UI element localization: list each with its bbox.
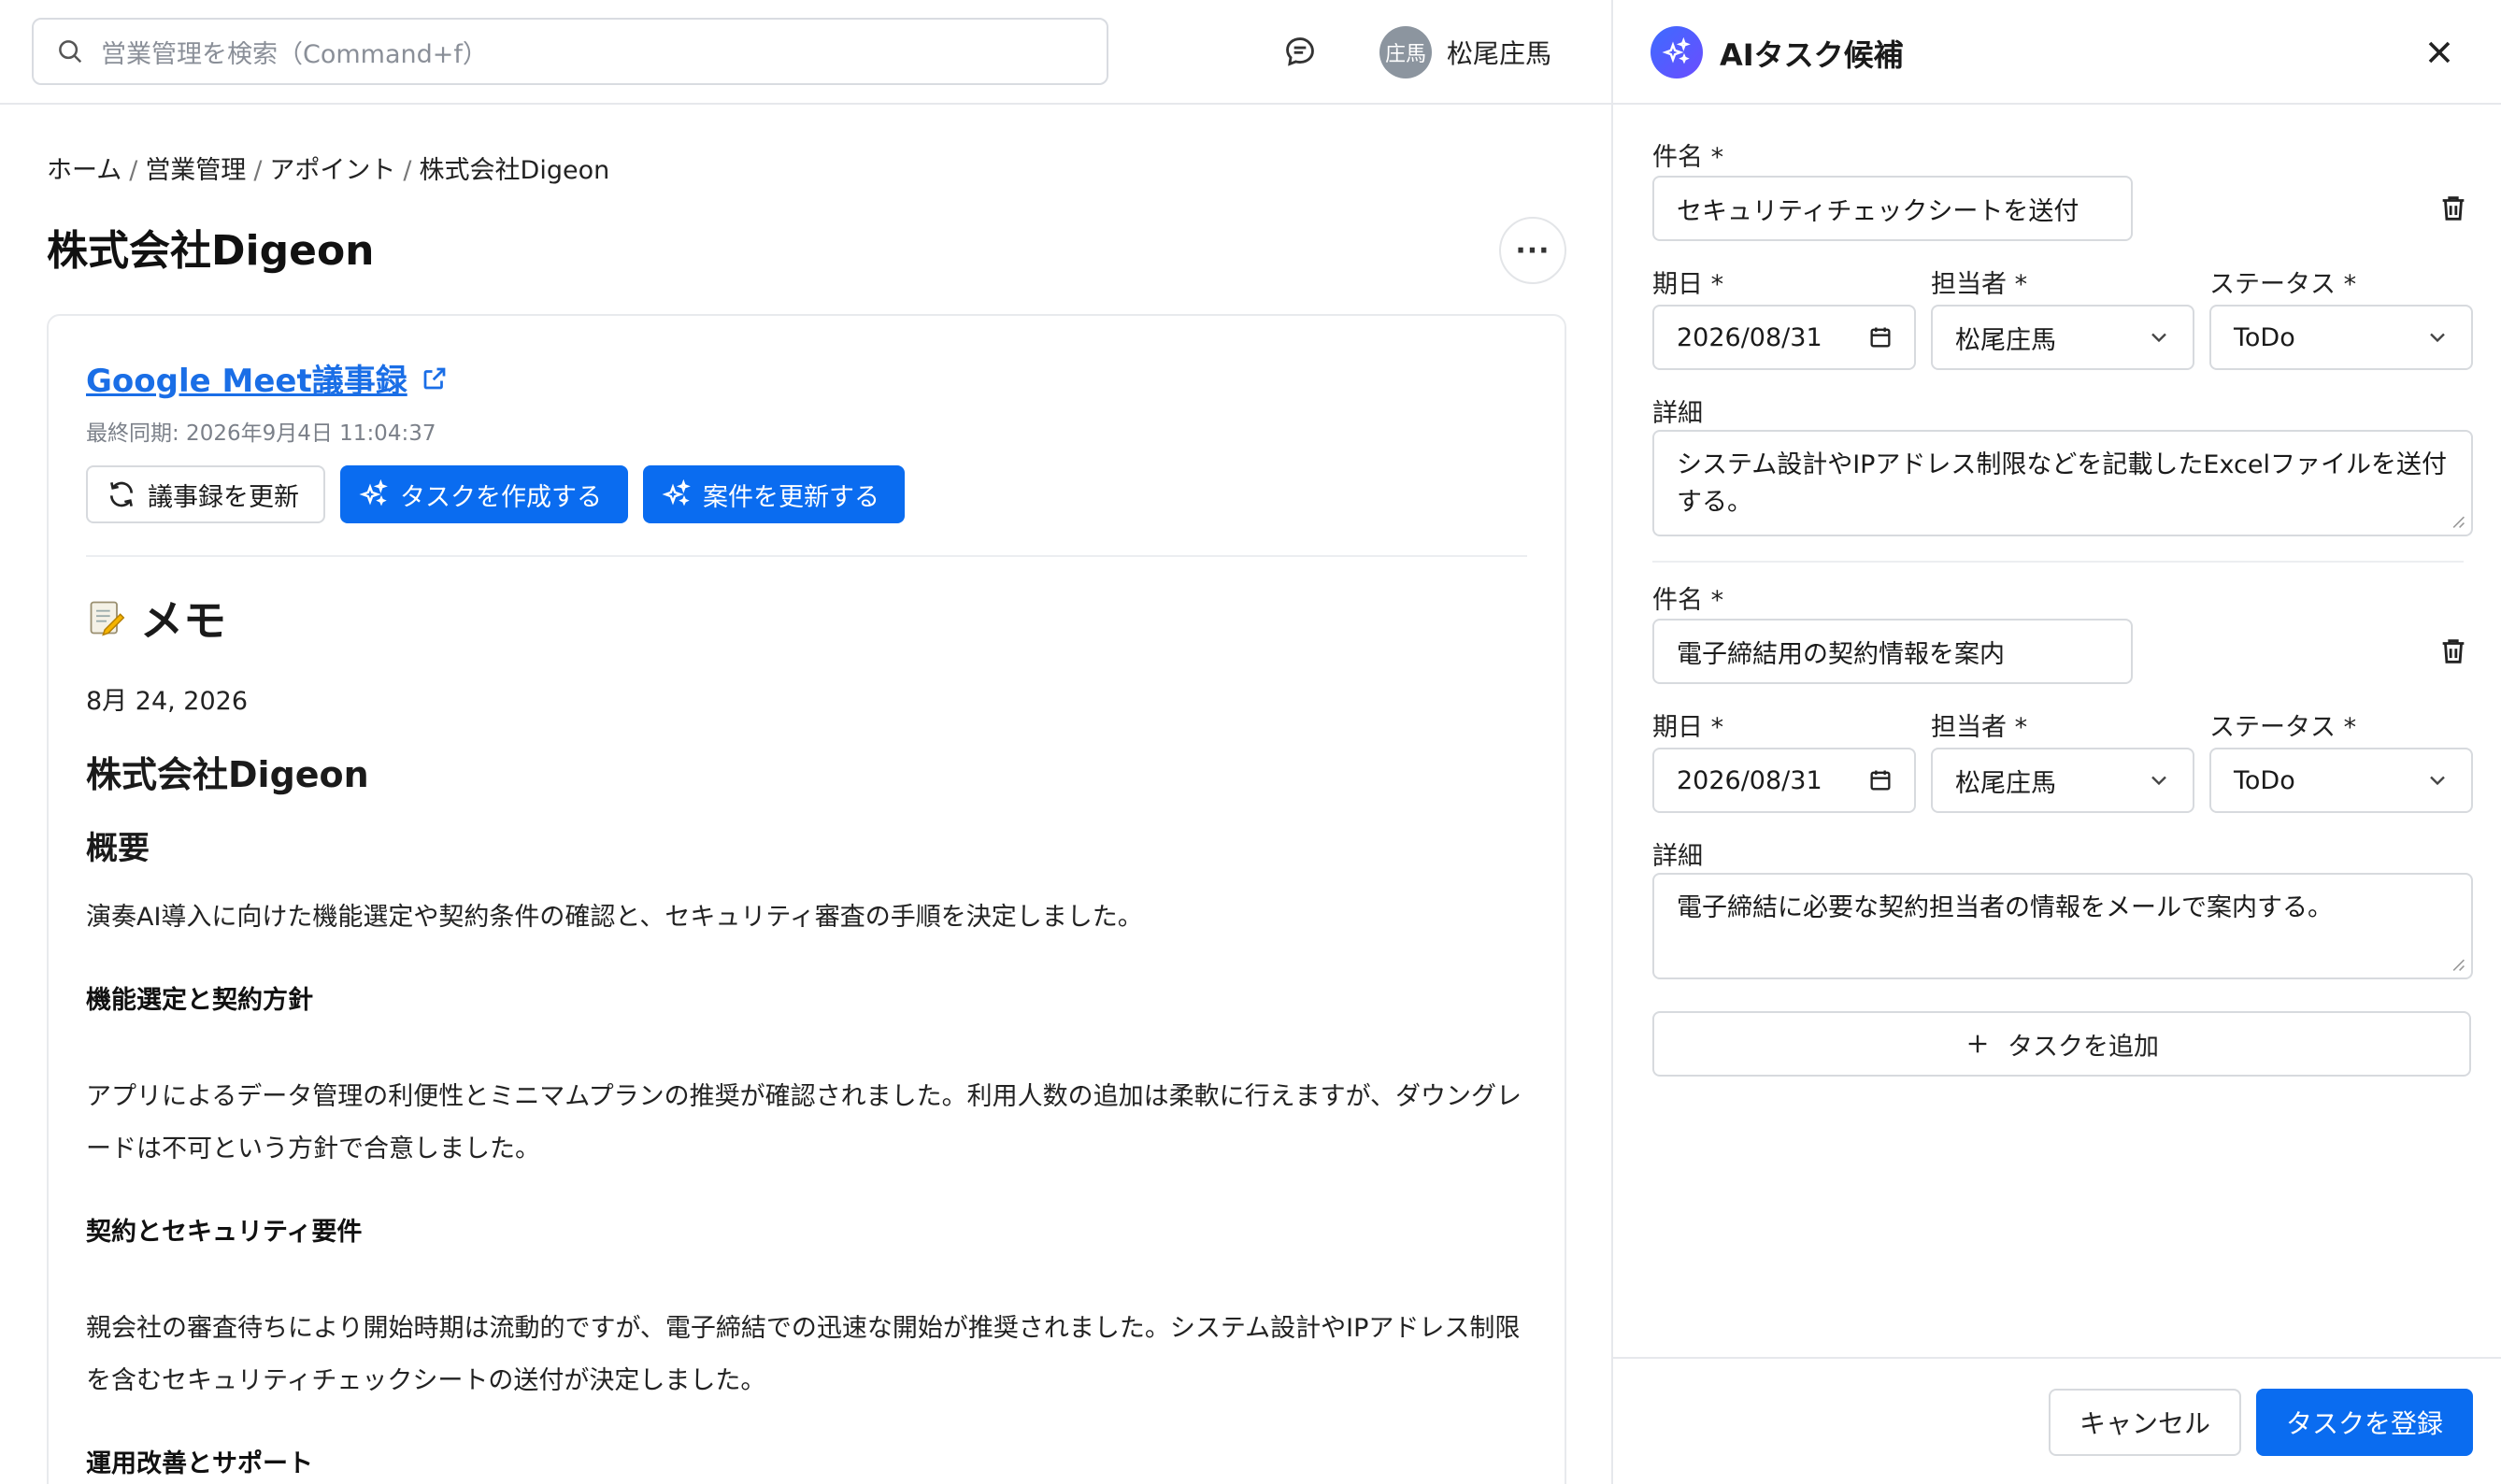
owner-value: 松尾庄馬 bbox=[1955, 325, 2056, 355]
calendar-icon[interactable] bbox=[1867, 767, 1894, 793]
due-date-input[interactable]: 2026/08/31 bbox=[1652, 748, 1916, 813]
owner-select[interactable]: 松尾庄馬 bbox=[1931, 748, 2194, 813]
status-value: ToDo bbox=[2234, 322, 2295, 352]
close-icon[interactable] bbox=[2421, 34, 2458, 71]
meet-link-text: Google Meet議事録 bbox=[86, 363, 407, 400]
due-date-value: 2026/08/31 bbox=[1677, 322, 1822, 352]
panel-title: AIタスク候補 bbox=[1720, 37, 1904, 73]
search-placeholder: 営業管理を検索（Command+f） bbox=[101, 39, 488, 69]
memo-title: メモ bbox=[140, 595, 226, 646]
subject-label: 件名 * bbox=[1652, 143, 1724, 172]
detail-label: 詳細 bbox=[1652, 842, 1703, 871]
calendar-icon[interactable] bbox=[1867, 324, 1894, 350]
section-heading: 機能選定と契約方針 bbox=[86, 986, 313, 1015]
owner-label: 担当者 * bbox=[1931, 713, 2028, 742]
detail-textarea[interactable]: 電子締結に必要な契約担当者の情報をメールで案内する。 bbox=[1652, 873, 2473, 979]
last-sync-text: 最終同期: 2026年9月4日 11:04:37 bbox=[86, 421, 436, 446]
chat-icon[interactable] bbox=[1282, 34, 1318, 69]
owner-label: 担当者 * bbox=[1931, 270, 2028, 299]
user-name[interactable]: 松尾庄馬 bbox=[1447, 34, 1551, 71]
chevron-down-icon bbox=[2430, 333, 2445, 343]
breadcrumb-appointment[interactable]: アポイント bbox=[269, 156, 395, 185]
create-task-button[interactable]: タスクを作成する bbox=[340, 465, 628, 523]
owner-value: 松尾庄馬 bbox=[1955, 768, 2056, 798]
sparkle-icon bbox=[662, 479, 691, 507]
subject-label: 件名 * bbox=[1652, 586, 1724, 615]
breadcrumb-separator: / bbox=[403, 156, 412, 185]
update-case-button[interactable]: 案件を更新する bbox=[643, 465, 905, 523]
resize-grip-icon[interactable] bbox=[2451, 957, 2465, 972]
register-tasks-button[interactable]: タスクを登録 bbox=[2256, 1389, 2473, 1456]
main-content: 営業管理を検索（Command+f） 庄馬 松尾庄馬 ホーム / 営業管理 / アポイン… bbox=[0, 0, 1613, 1484]
detail-value: システム設計やIPアドレス制限などを記載したExcelファイルを送付する。 bbox=[1677, 450, 2447, 517]
ai-task-panel: AIタスク候補 件名 * セキュリティチェックシートを送付 期日 * 担当者 *… bbox=[1611, 0, 2501, 1484]
divider bbox=[86, 555, 1527, 557]
add-task-button[interactable]: タスクを追加 bbox=[1652, 1011, 2471, 1077]
external-link-icon bbox=[423, 367, 446, 389]
breadcrumb: ホーム / 営業管理 / アポイント / 株式会社Digeon bbox=[47, 150, 609, 186]
subject-input[interactable]: 電子締結用の契約情報を案内 bbox=[1652, 619, 2133, 684]
status-select[interactable]: ToDo bbox=[2209, 305, 2473, 370]
refresh-minutes-label: 議事録を更新 bbox=[148, 482, 299, 512]
memo-icon bbox=[90, 601, 125, 636]
memo-date: 8月 24, 2026 bbox=[86, 687, 248, 716]
trash-icon[interactable] bbox=[2437, 193, 2469, 224]
breadcrumb-home[interactable]: ホーム bbox=[47, 156, 121, 185]
footer-divider bbox=[1613, 1357, 2501, 1359]
memo-heading: メモ bbox=[86, 587, 226, 649]
sparkle-icon bbox=[1662, 37, 1691, 64]
chevron-down-icon bbox=[2151, 776, 2166, 786]
breadcrumb-current: 株式会社Digeon bbox=[419, 156, 610, 185]
task-divider bbox=[1652, 561, 2464, 563]
cancel-button[interactable]: キャンセル bbox=[2049, 1389, 2241, 1456]
summary-heading: 概要 bbox=[86, 830, 150, 867]
due-date-input[interactable]: 2026/08/31 bbox=[1652, 305, 1916, 370]
status-select[interactable]: ToDo bbox=[2209, 748, 2473, 813]
add-task-label: タスクを追加 bbox=[2008, 1032, 2159, 1062]
panel-header: AIタスク候補 bbox=[1613, 0, 2501, 105]
section-text: 親会社の審査待ちにより開始時期は流動的ですが、電子締結での迅速な開始が推奨されま… bbox=[86, 1314, 1521, 1395]
status-label: ステータス * bbox=[2209, 270, 2357, 299]
chevron-down-icon bbox=[2151, 333, 2166, 343]
breadcrumb-separator: / bbox=[129, 156, 138, 185]
sparkle-icon bbox=[359, 479, 388, 507]
summary-text: 演奏AI導入に向けた機能選定や契約条件の確認と、セキュリティ審査の手順を決定しま… bbox=[86, 903, 1143, 932]
memo-company: 株式会社Digeon bbox=[86, 754, 369, 795]
resize-grip-icon[interactable] bbox=[2451, 514, 2465, 529]
due-label: 期日 * bbox=[1652, 270, 1724, 299]
top-bar: 営業管理を検索（Command+f） 庄馬 松尾庄馬 bbox=[0, 0, 1613, 105]
detail-value: 電子締結に必要な契約担当者の情報をメールで案内する。 bbox=[1677, 893, 2333, 922]
subject-input[interactable]: セキュリティチェックシートを送付 bbox=[1652, 176, 2133, 241]
section-heading: 契約とセキュリティ要件 bbox=[86, 1218, 363, 1247]
refresh-icon bbox=[110, 481, 133, 507]
avatar[interactable]: 庄馬 bbox=[1379, 26, 1432, 78]
refresh-minutes-button[interactable]: 議事録を更新 bbox=[86, 465, 325, 523]
update-case-label: 案件を更新する bbox=[703, 482, 879, 512]
plus-icon bbox=[1968, 1035, 1987, 1053]
breadcrumb-separator: / bbox=[253, 156, 263, 185]
detail-textarea[interactable]: システム設計やIPアドレス制限などを記載したExcelファイルを送付する。 bbox=[1652, 430, 2473, 536]
status-label: ステータス * bbox=[2209, 713, 2357, 742]
meet-minutes-link[interactable]: Google Meet議事録 bbox=[86, 355, 449, 401]
status-value: ToDo bbox=[2234, 765, 2295, 795]
trash-icon[interactable] bbox=[2437, 635, 2469, 667]
due-date-value: 2026/08/31 bbox=[1677, 765, 1822, 795]
more-options-button[interactable]: ··· bbox=[1499, 217, 1566, 284]
search-icon bbox=[59, 40, 82, 64]
page-title: 株式会社Digeon bbox=[47, 227, 375, 275]
due-label: 期日 * bbox=[1652, 713, 1724, 742]
section-heading: 運用改善とサポート bbox=[86, 1449, 313, 1478]
detail-label: 詳細 bbox=[1652, 399, 1703, 428]
breadcrumb-sales[interactable]: 営業管理 bbox=[145, 156, 246, 185]
ai-badge bbox=[1651, 26, 1703, 78]
section-text: アプリによるデータ管理の利便性とミニマムプランの推奨が確認されました。利用人数の… bbox=[86, 1082, 1522, 1163]
owner-select[interactable]: 松尾庄馬 bbox=[1931, 305, 2194, 370]
chevron-down-icon bbox=[2430, 776, 2445, 786]
create-task-label: タスクを作成する bbox=[400, 482, 602, 512]
search-input[interactable]: 営業管理を検索（Command+f） bbox=[32, 18, 1108, 85]
